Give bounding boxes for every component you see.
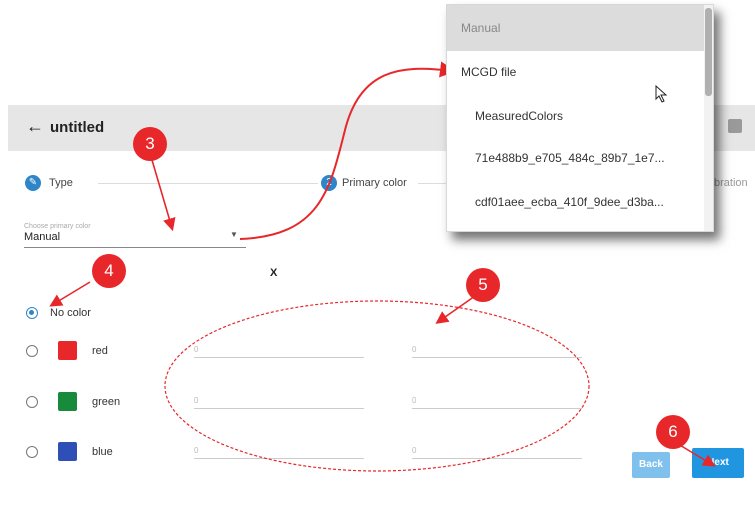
primary-color-dropdown: Manual MCGD file MeasuredColors 71e488b9…	[446, 4, 714, 232]
callout-4: 4	[92, 254, 126, 288]
mouse-cursor-icon	[655, 85, 668, 103]
dropdown-scrollbar[interactable]	[704, 5, 713, 231]
arrow-callout-6	[677, 443, 716, 467]
arrow-callout-3	[151, 159, 176, 232]
dropdown-option-mcgd-file[interactable]: MCGD file	[447, 55, 709, 89]
fields-highlight-ellipse	[164, 300, 590, 472]
callout-5: 5	[466, 268, 500, 302]
scrollbar-thumb[interactable]	[705, 8, 712, 96]
dropdown-option-manual[interactable]: Manual	[447, 5, 709, 51]
dropdown-option-measuredcolors[interactable]: MeasuredColors	[447, 99, 713, 133]
callout-6: 6	[656, 415, 690, 449]
arrow-callout-4	[49, 281, 91, 307]
arrow-to-dropdown	[239, 61, 456, 240]
dropdown-option-71e488b9[interactable]: 71e488b9_e705_484c_89b7_1e7...	[447, 141, 713, 175]
arrow-callout-5	[435, 295, 476, 324]
callout-3: 3	[133, 127, 167, 161]
dropdown-option-cdf01aee[interactable]: cdf01aee_ecba_410f_9dee_d3ba...	[447, 185, 713, 219]
